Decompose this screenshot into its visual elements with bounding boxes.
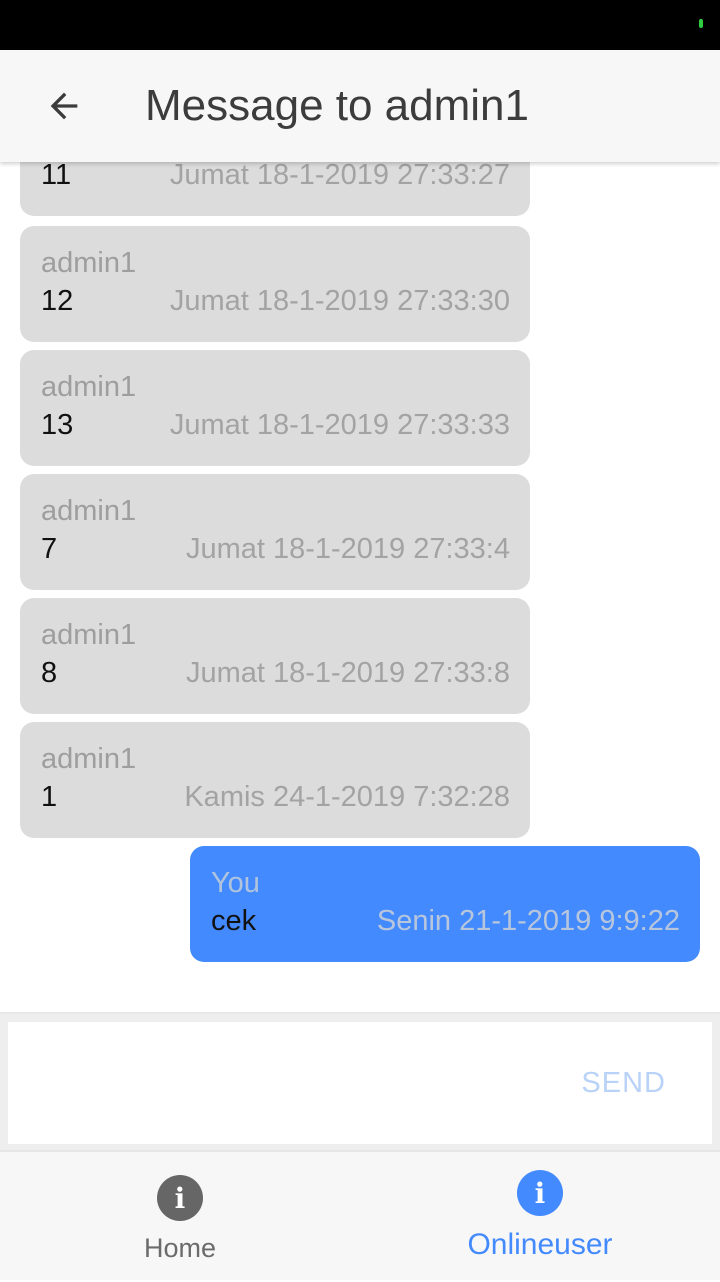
send-button[interactable]: SEND bbox=[581, 1066, 666, 1100]
message-sender: admin1 bbox=[41, 247, 137, 279]
back-button[interactable] bbox=[34, 76, 94, 136]
message-composer: SEND bbox=[0, 1014, 720, 1150]
nav-label: Onlineuser bbox=[467, 1228, 613, 1261]
message-text: cek bbox=[211, 905, 257, 937]
message-sender: admin1 bbox=[41, 743, 137, 775]
nav-label: Home bbox=[143, 1233, 217, 1263]
message-bubble: admin1 11 Jumat 18-1-2019 27:33:27 bbox=[20, 162, 530, 216]
message-bubble: admin1 12 Jumat 18-1-2019 27:33:30 bbox=[20, 226, 530, 342]
bottom-navigation: i Home i Onlineuser bbox=[0, 1150, 720, 1280]
notification-led-icon bbox=[699, 19, 703, 28]
message-timestamp: Jumat 18-1-2019 27:33:30 bbox=[169, 285, 510, 317]
message-sender: admin1 bbox=[41, 495, 137, 527]
arrow-left-icon bbox=[50, 92, 78, 120]
page-title: Message to admin1 bbox=[145, 81, 529, 130]
message-timestamp: Jumat 18-1-2019 27:33:8 bbox=[185, 657, 510, 689]
info-icon: i bbox=[157, 1175, 203, 1221]
nav-item-onlineuser[interactable]: i Onlineuser bbox=[360, 1152, 720, 1282]
message-sender: You bbox=[211, 867, 260, 899]
message-text: 1 bbox=[41, 781, 58, 813]
nav-item-home[interactable]: i Home bbox=[0, 1152, 360, 1282]
message-text: 13 bbox=[41, 409, 74, 441]
message-text: 8 bbox=[41, 657, 58, 689]
message-timestamp: Jumat 18-1-2019 27:33:33 bbox=[169, 409, 510, 441]
message-list[interactable]: admin1 11 Jumat 18-1-2019 27:33:27 admin… bbox=[0, 162, 720, 1012]
message-timestamp: Jumat 18-1-2019 27:33:27 bbox=[169, 162, 510, 191]
message-sender: admin1 bbox=[41, 619, 137, 651]
message-timestamp: Jumat 18-1-2019 27:33:4 bbox=[185, 533, 510, 565]
message-bubble: admin1 1 Kamis 24-1-2019 7:32:28 bbox=[20, 722, 530, 838]
info-icon: i bbox=[517, 1170, 563, 1216]
message-timestamp: Kamis 24-1-2019 7:32:28 bbox=[184, 781, 510, 813]
message-bubble: admin1 13 Jumat 18-1-2019 27:33:33 bbox=[20, 350, 530, 466]
message-text: 12 bbox=[41, 285, 74, 317]
message-timestamp: Senin 21-1-2019 9:9:22 bbox=[376, 905, 680, 937]
message-bubble: admin1 8 Jumat 18-1-2019 27:33:8 bbox=[20, 598, 530, 714]
message-text: 11 bbox=[41, 162, 72, 191]
status-bar bbox=[0, 0, 720, 50]
message-sender: admin1 bbox=[41, 371, 137, 403]
message-bubble: admin1 7 Jumat 18-1-2019 27:33:4 bbox=[20, 474, 530, 590]
message-text: 7 bbox=[41, 533, 58, 565]
app-bar: Message to admin1 bbox=[0, 50, 720, 162]
message-bubble-own: You cek Senin 21-1-2019 9:9:22 bbox=[190, 846, 700, 962]
